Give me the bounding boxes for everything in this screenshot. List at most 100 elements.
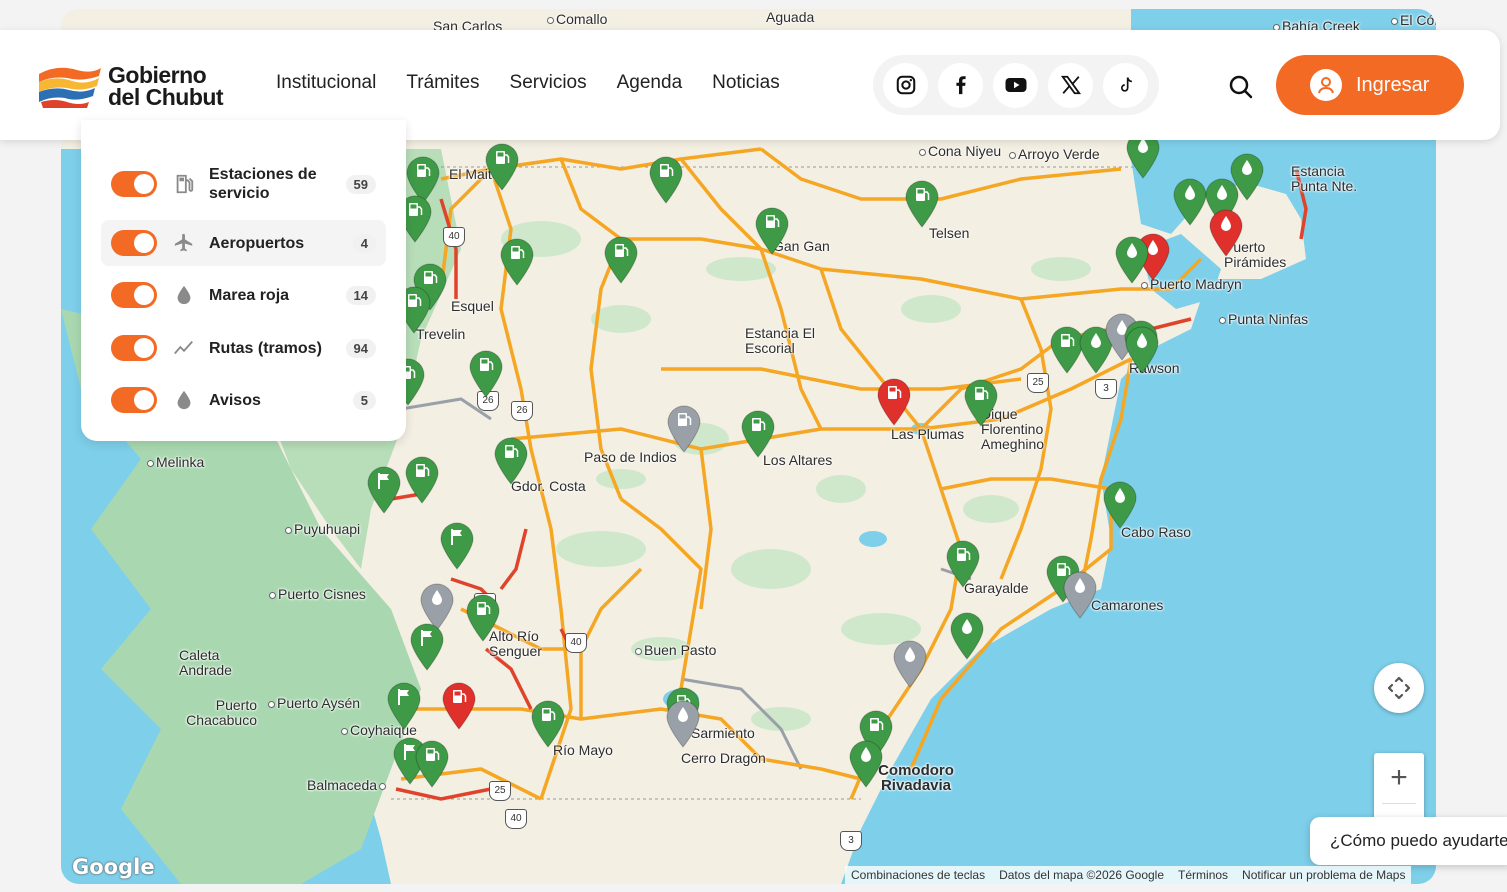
report-problem-link[interactable]: Notificar un problema de Maps <box>1242 868 1405 882</box>
fuel-station-marker[interactable] <box>467 349 505 399</box>
fuel-station-marker[interactable] <box>403 455 441 505</box>
marea-roja-marker[interactable] <box>1123 325 1161 375</box>
instagram-icon[interactable] <box>883 62 928 108</box>
layer-name: Avisos <box>209 391 261 409</box>
place-label: Comallo <box>547 12 607 27</box>
layer-toggle[interactable] <box>111 171 157 197</box>
marea-roja-marker[interactable] <box>664 699 702 749</box>
route-shield: 3 <box>1095 379 1117 399</box>
marea-roja-marker[interactable] <box>1113 235 1151 285</box>
chat-widget[interactable]: ¿Cómo puedo ayudarte? <box>1310 817 1507 865</box>
place-label: Estancia El Escorial <box>745 325 816 356</box>
layer-toggle[interactable] <box>111 282 157 308</box>
layer-count: 5 <box>352 390 376 410</box>
social-links <box>873 55 1159 115</box>
route-shield: 40 <box>443 227 465 247</box>
place-label: Melinka <box>147 455 204 470</box>
layer-name: Aeropuertos <box>209 234 305 252</box>
nav-agenda[interactable]: Agenda <box>617 72 683 94</box>
marea-roja-marker[interactable] <box>1207 208 1245 258</box>
fuel-station-marker[interactable] <box>903 179 941 229</box>
fuel-station-marker[interactable] <box>875 377 913 427</box>
fuel-station-marker[interactable] <box>464 593 502 643</box>
terms-link[interactable]: Términos <box>1178 868 1228 882</box>
layer-avisos[interactable]: Avisos 5 <box>101 377 386 423</box>
zoom-in-button[interactable]: + <box>1374 753 1424 803</box>
route-notice-marker[interactable] <box>438 521 476 571</box>
layer-rutas[interactable]: Rutas (tramos) 94 <box>101 325 386 371</box>
marea-roja-marker[interactable] <box>1061 570 1099 620</box>
layer-toggle[interactable] <box>111 387 157 413</box>
fuel-icon <box>171 171 197 197</box>
keyboard-shortcuts-link[interactable]: Combinaciones de teclas <box>851 868 985 882</box>
place-label: Buen Pasto <box>635 643 716 658</box>
route-shield: 40 <box>565 633 587 653</box>
place-label: Paso de Indios <box>584 449 677 465</box>
youtube-icon[interactable] <box>993 62 1038 108</box>
place-label: Arroyo Verde <box>1009 147 1100 162</box>
fuel-station-marker[interactable] <box>413 739 451 789</box>
trend-icon <box>171 335 197 361</box>
logo-line-2: del Chubut <box>108 84 224 110</box>
marea-roja-marker[interactable] <box>1101 480 1139 530</box>
layer-count: 94 <box>345 338 376 358</box>
place-label: El Cóndor <box>1391 13 1436 28</box>
place-label: Estancia Punta Nte. <box>1291 163 1358 194</box>
place-label: Punta Ninfas <box>1219 312 1308 327</box>
marea-roja-marker[interactable] <box>847 739 885 789</box>
route-notice-marker[interactable] <box>365 465 403 515</box>
nav-institucional[interactable]: Institucional <box>276 72 376 94</box>
fuel-station-marker[interactable] <box>498 237 536 287</box>
fuel-station-marker[interactable] <box>492 436 530 486</box>
place-label: Camarones <box>1091 597 1164 613</box>
route-notice-marker[interactable] <box>408 622 446 672</box>
chubut-logo-icon <box>39 67 101 108</box>
layer-toggle[interactable] <box>111 335 157 361</box>
plane-icon <box>171 230 197 256</box>
place-label: Puerto Aysén <box>268 696 360 711</box>
nav-noticias[interactable]: Noticias <box>712 72 780 94</box>
tiktok-icon[interactable] <box>1103 62 1148 108</box>
recenter-button[interactable] <box>1374 663 1424 713</box>
facebook-icon[interactable] <box>938 62 983 108</box>
place-label: Cona Niyeu <box>919 144 1001 159</box>
marea-roja-marker[interactable] <box>891 639 929 689</box>
layer-toggle[interactable] <box>111 230 157 256</box>
search-icon[interactable] <box>1226 72 1256 102</box>
logo-wordmark[interactable]: Gobierno del Chubut <box>108 64 224 110</box>
fuel-station-marker[interactable] <box>529 699 567 749</box>
layer-count: 4 <box>352 233 376 253</box>
marea-roja-marker[interactable] <box>948 611 986 661</box>
google-logo: Google <box>72 855 155 879</box>
place-label: Balmaceda <box>307 778 388 793</box>
login-button[interactable]: Ingresar <box>1276 55 1464 115</box>
user-icon <box>1310 69 1342 101</box>
place-label: Puerto Chacabuco <box>186 697 257 728</box>
route-notice-marker[interactable] <box>385 681 423 731</box>
layer-estaciones[interactable]: Estaciones de servicio 59 <box>101 161 386 207</box>
login-label: Ingresar <box>1356 73 1430 96</box>
fuel-station-marker[interactable] <box>739 409 777 459</box>
fuel-station-marker[interactable] <box>483 142 521 192</box>
fuel-station-marker[interactable] <box>647 155 685 205</box>
place-label: Puerto Cisnes <box>269 587 366 602</box>
fuel-station-marker[interactable] <box>440 681 478 731</box>
drop-icon <box>171 387 197 413</box>
nav-servicios[interactable]: Servicios <box>510 72 587 94</box>
fuel-station-marker[interactable] <box>753 206 791 256</box>
layer-aeropuertos[interactable]: Aeropuertos 4 <box>101 220 386 266</box>
route-shield: 3 <box>840 831 862 851</box>
fuel-station-marker[interactable] <box>602 235 640 285</box>
place-label: Las Plumas <box>891 426 965 442</box>
move-arrows-icon <box>1387 676 1411 700</box>
map-data-credit: Datos del mapa ©2026 Google <box>999 868 1165 882</box>
fuel-station-marker[interactable] <box>665 404 703 454</box>
layer-marea-roja[interactable]: Marea roja 14 <box>101 272 386 318</box>
x-icon[interactable] <box>1048 62 1093 108</box>
nav-tramites[interactable]: Trámites <box>406 72 479 94</box>
fuel-station-marker[interactable] <box>962 378 1000 428</box>
fuel-station-marker[interactable] <box>944 539 982 589</box>
layer-name: Rutas (tramos) <box>209 339 322 357</box>
layer-name: Marea roja <box>209 286 290 304</box>
main-nav: Institucional Trámites Servicios Agenda … <box>276 72 780 94</box>
